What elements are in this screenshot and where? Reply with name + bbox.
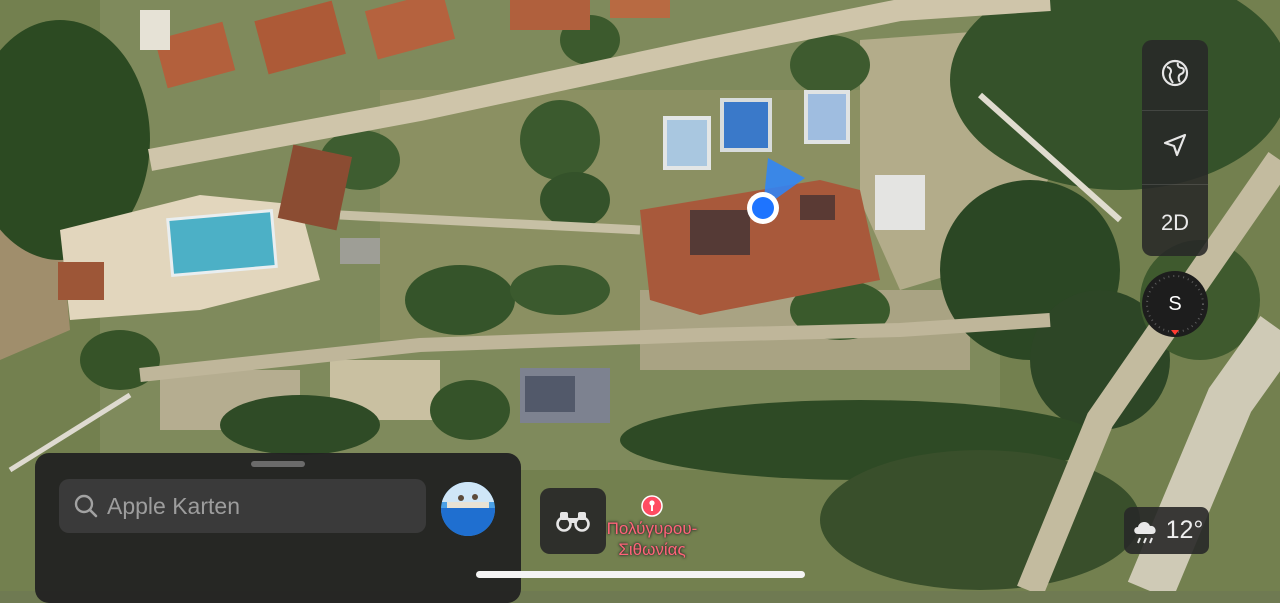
- avatar-photo: [441, 482, 495, 536]
- poi-label[interactable]: Πολύγυρου- Σιθωνίας: [596, 518, 708, 560]
- globe-icon: [1161, 59, 1189, 87]
- search-icon: [74, 494, 98, 518]
- search-placeholder: Apple Karten: [107, 492, 240, 519]
- cloud-rain-icon: [1133, 521, 1156, 543]
- location-button[interactable]: [1142, 112, 1208, 178]
- location-arrow-icon: [1163, 133, 1187, 157]
- poi-pin-icon[interactable]: [641, 495, 663, 517]
- compass-direction: S: [1168, 292, 1182, 315]
- weather-badge[interactable]: 12°: [1124, 507, 1209, 554]
- divider: [1142, 184, 1208, 185]
- poi-label-line2: Σιθωνίας: [618, 540, 686, 559]
- sheet-grabber[interactable]: [251, 461, 305, 467]
- search-sheet[interactable]: Apple Karten: [35, 453, 521, 603]
- search-input[interactable]: Apple Karten: [59, 479, 426, 533]
- binoculars-icon: [556, 512, 590, 532]
- map-controls: 2D: [1142, 40, 1208, 256]
- poi-label-line1: Πολύγυρου-: [606, 519, 698, 538]
- globe-button[interactable]: [1142, 40, 1208, 106]
- view-toggle-label: 2D: [1160, 210, 1190, 235]
- home-indicator[interactable]: [476, 571, 805, 578]
- compass-button[interactable]: S: [1142, 271, 1208, 337]
- avatar[interactable]: [441, 482, 495, 536]
- view-2d-button[interactable]: 2D: [1142, 190, 1208, 256]
- temperature-label: 12°: [1165, 516, 1204, 544]
- divider: [1142, 110, 1208, 111]
